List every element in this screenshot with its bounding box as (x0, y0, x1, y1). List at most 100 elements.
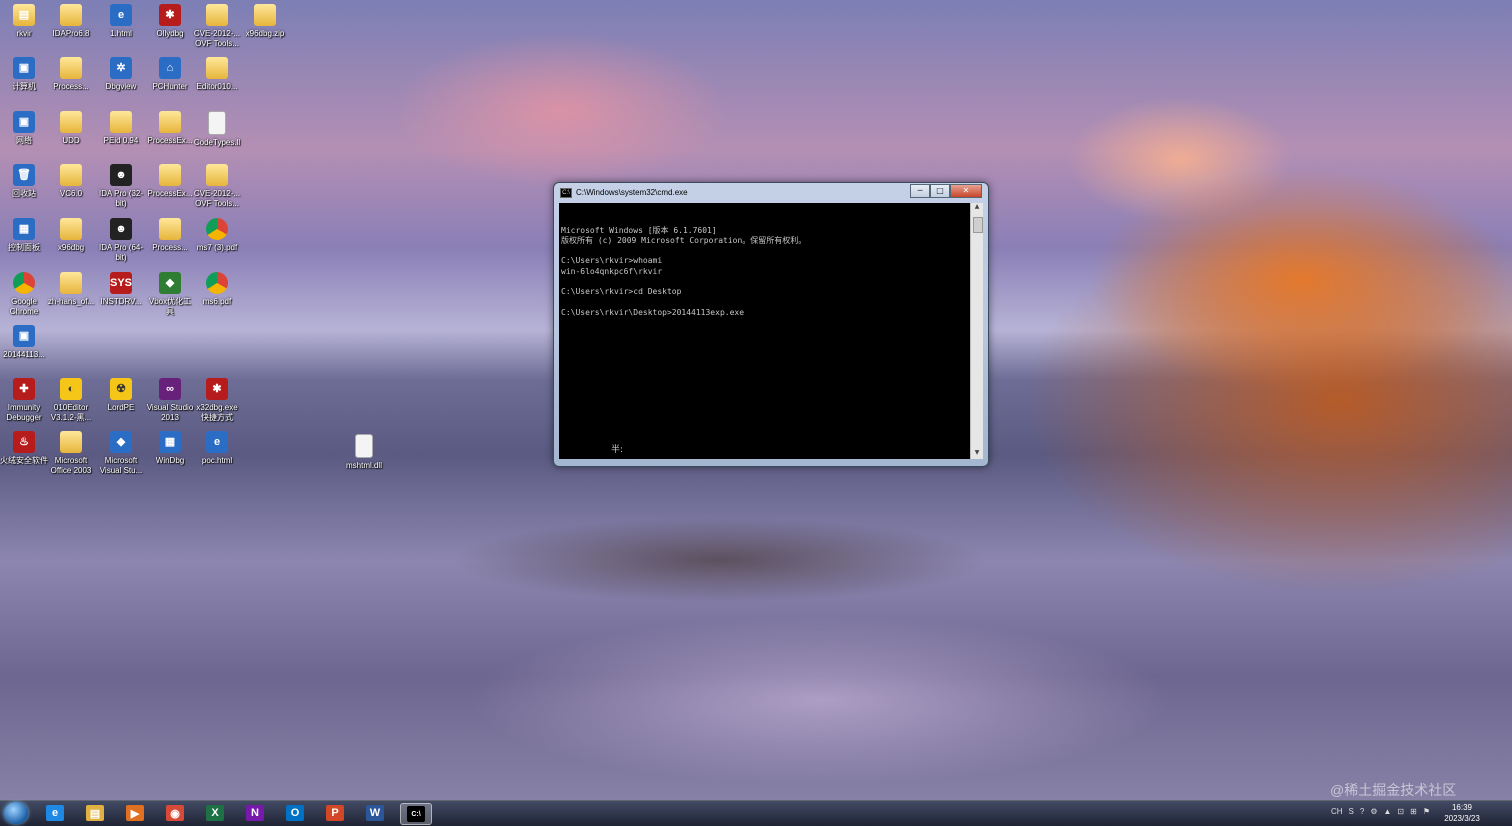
desktop-icon[interactable]: Google Chrome (0, 268, 48, 317)
desktop-icon[interactable]: e poc.html (193, 427, 241, 466)
desktop-icon[interactable]: ◐ 010Editor V3.1.2-黑... (47, 374, 95, 423)
app-icon: ◐ (60, 378, 82, 400)
app-icon: ▣ (13, 111, 35, 133)
console-line: win-6lo4qnkpc6f\rkvir (561, 266, 663, 276)
scroll-down-arrow-icon[interactable]: ▼ (971, 449, 983, 459)
desktop-icon[interactable]: zh-hans_of... (47, 268, 95, 307)
desktop-icon[interactable]: ♨ 火绒安全软件 (0, 427, 48, 466)
desktop-icon[interactable]: ms7 (3).pdf (193, 214, 241, 253)
app-icon: ☻ (110, 164, 132, 186)
scroll-up-arrow-icon[interactable]: ▲ (971, 203, 983, 213)
desktop-icon[interactable]: SYS INSTDRV... (97, 268, 145, 307)
desktop-icon[interactable]: ms6.pdf (193, 268, 241, 307)
desktop-icon[interactable]: ✚ Immunity Debugger (0, 374, 48, 423)
taskbar-word-button[interactable]: W (360, 803, 390, 823)
cmd-window[interactable]: C:\ C:\Windows\system32\cmd.exe ─ □ ✕ Mi… (553, 182, 989, 467)
desktop-icon[interactable]: ▣ 计算机 (0, 53, 48, 92)
desktop-icon[interactable]: ▣ 20144113... (0, 321, 48, 360)
tray-icon[interactable]: ▲ (1384, 807, 1392, 816)
desktop-icon[interactable]: mshtml.dll (340, 430, 388, 471)
desktop-icon[interactable]: PEid 0.94 (97, 107, 145, 146)
desktop-icon[interactable]: CVE-2012-... OVF Tools... (193, 160, 241, 209)
taskbar-ie-button[interactable]: e (40, 803, 70, 823)
desktop-icon[interactable]: IDAPro6.8 (47, 0, 95, 39)
cmd-titlebar[interactable]: C:\ C:\Windows\system32\cmd.exe (560, 185, 918, 201)
desktop-icon[interactable]: ▦ 控制面板 (0, 214, 48, 253)
folder-icon (206, 57, 228, 79)
console-line: C:\Users\rkvir>cd Desktop (561, 287, 682, 297)
desktop-icon-label: Editor010... (196, 82, 238, 91)
start-button[interactable] (4, 802, 28, 824)
vertical-scrollbar[interactable]: ▲ ▼ (970, 203, 983, 459)
desktop-icon[interactable]: ✱ x32dbg.exe 快捷方式 (193, 374, 241, 423)
desktop-icon[interactable]: ✲ Dbgview (97, 53, 145, 92)
excel-icon: X (206, 805, 224, 821)
desktop-icon[interactable]: ☢ LordPE (97, 374, 145, 413)
desktop-icon-label: ms7 (3).pdf (196, 243, 238, 252)
app-icon: ✱ (206, 378, 228, 400)
minimize-button[interactable]: ─ (910, 184, 930, 198)
close-button[interactable]: ✕ (950, 184, 982, 198)
ime-indicator: 半: (611, 444, 624, 455)
tray-icon[interactable]: S (1349, 807, 1354, 816)
clock[interactable]: 16:39 2023/3/23 (1432, 802, 1492, 824)
desktop-icon[interactable]: ◆ Microsoft Visual Stu... (97, 427, 145, 476)
taskbar-media-player-button[interactable]: ▶ (120, 803, 150, 823)
desktop-icon[interactable]: UDD (47, 107, 95, 146)
taskbar-onenote-button[interactable]: N (240, 803, 270, 823)
desktop-icon[interactable]: ∞ Visual Studio 2013 (146, 374, 194, 423)
app-icon: ◆ (159, 272, 181, 294)
explorer-icon: ▤ (86, 805, 104, 821)
desktop-icon-label: VC6.0 (59, 189, 83, 198)
desktop-icon[interactable]: ▤ rkvir (0, 0, 48, 39)
taskbar-powerpoint-button[interactable]: P (320, 803, 350, 823)
desktop-icon[interactable]: ⌂ PCHunter (146, 53, 194, 92)
desktop-icon[interactable]: CodeTypes.ll (193, 107, 241, 148)
desktop-icon-label: IDA Pro (64-bit) (98, 243, 143, 262)
taskbar-explorer-button[interactable]: ▤ (80, 803, 110, 823)
desktop-icon[interactable]: CVE-2012-... OVF Tools... (193, 0, 241, 49)
folder-icon (60, 111, 82, 133)
taskbar-chrome-button[interactable]: ◉ (160, 803, 190, 823)
desktop-icon[interactable]: x96dbg (47, 214, 95, 253)
taskbar-cmd-button[interactable]: C:\ (400, 803, 432, 825)
desktop-icon[interactable]: ProcessEx... (146, 160, 194, 199)
desktop-icon[interactable]: ☻ IDA Pro (64-bit) (97, 214, 145, 263)
desktop-icon[interactable]: Process... (47, 53, 95, 92)
tray-icon[interactable]: ⚙ (1370, 807, 1377, 816)
tray-icon[interactable]: ⊞ (1410, 807, 1417, 816)
tray-icon[interactable]: ? (1360, 807, 1364, 816)
desktop-icon-label: Process... (53, 82, 89, 91)
desktop-icon[interactable]: ◆ Vbox优化工具 (146, 268, 194, 317)
desktop-icon[interactable]: ▣ 网络 (0, 107, 48, 146)
desktop-icon-label: 计算机 (12, 82, 36, 91)
desktop-icon-label: UDD (62, 136, 80, 145)
desktop-icon[interactable]: Process... (146, 214, 194, 253)
desktop-icon-label: ProcessEx... (147, 189, 193, 198)
word-icon: W (366, 805, 384, 821)
desktop-icon[interactable]: e 1.html (97, 0, 145, 39)
folder-icon (159, 218, 181, 240)
desktop-icon[interactable]: ✱ Ollydbg (146, 0, 194, 39)
desktop-icon-label: LordPE (107, 403, 135, 412)
desktop-icon[interactable]: Microsoft Office 2003 (47, 427, 95, 476)
desktop-icon[interactable]: VC6.0 (47, 160, 95, 199)
desktop-icon[interactable]: x96dbg.zip (241, 0, 289, 39)
tray-icon[interactable]: ⚑ (1423, 807, 1430, 816)
desktop-icon[interactable]: Editor010... (193, 53, 241, 92)
taskbar-excel-button[interactable]: X (200, 803, 230, 823)
app-icon: e (110, 4, 132, 26)
tray-icon[interactable]: CH (1331, 807, 1343, 816)
cmd-window-title: C:\Windows\system32\cmd.exe (576, 188, 688, 197)
desktop-icon[interactable]: ☻ IDA Pro (32-bit) (97, 160, 145, 209)
console-output[interactable]: Microsoft Windows [版本 6.1.7601] 版权所有 (c) … (559, 203, 970, 459)
maximize-button[interactable]: □ (930, 184, 950, 198)
tray-icon[interactable]: ⊡ (1397, 807, 1404, 816)
desktop-icon[interactable]: ▦ WinDbg (146, 427, 194, 466)
scroll-thumb[interactable] (973, 217, 983, 233)
desktop-icon-label: IDAPro6.8 (52, 29, 90, 38)
desktop-icon[interactable]: ProcessEx... (146, 107, 194, 146)
taskbar-outlook-button[interactable]: O (280, 803, 310, 823)
desktop-icon-label: x96dbg.zip (245, 29, 285, 38)
desktop-icon[interactable]: 🗑 回收站 (0, 160, 48, 199)
